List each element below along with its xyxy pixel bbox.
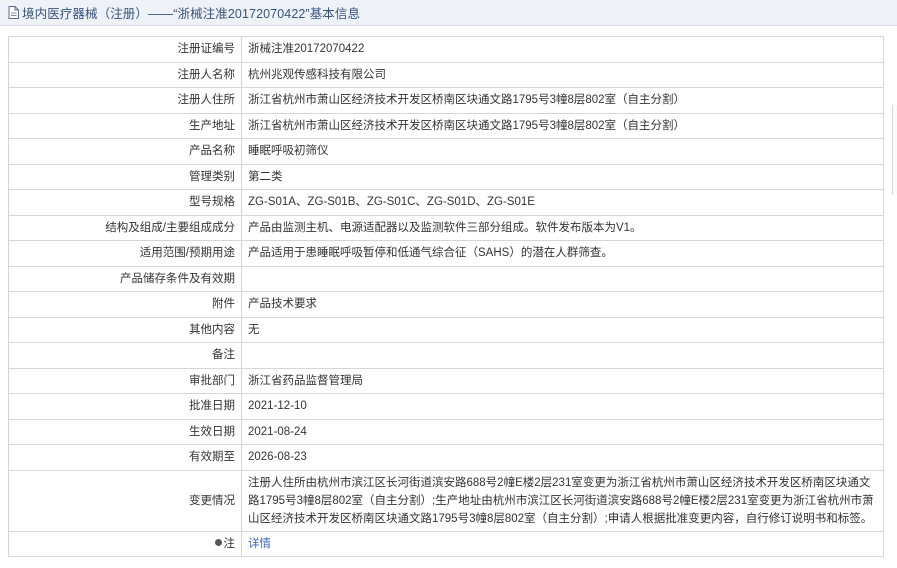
detail-link[interactable]: 详情: [248, 538, 271, 550]
row-value: 第二类: [241, 163, 884, 190]
row-label: 产品储存条件及有效期: [8, 265, 242, 292]
note-row: 注 详情: [8, 530, 884, 557]
side-scroll-edge: [892, 105, 897, 195]
row-label: 型号规格: [8, 189, 242, 216]
row-value: 2021-12-10: [241, 393, 884, 420]
table-row: 产品名称 睡眠呼吸初筛仪: [8, 138, 884, 165]
row-label: 变更情况: [8, 469, 242, 532]
table-row: 产品储存条件及有效期: [8, 265, 884, 292]
row-value: 2021-08-24: [241, 418, 884, 445]
row-label: 产品名称: [8, 138, 242, 165]
row-value: 浙江省药品监督管理局: [241, 367, 884, 394]
page-title: 境内医疗器械（注册）——“浙械注准20172070422”基本信息: [22, 7, 361, 21]
row-value: 睡眠呼吸初筛仪: [241, 138, 884, 165]
row-label: 管理类别: [8, 163, 242, 190]
row-label: 其他内容: [8, 316, 242, 343]
table-row: 结构及组成/主要组成成分 产品由监测主机、电源适配器以及监测软件三部分组成。软件…: [8, 214, 884, 241]
row-value: ZG-S01A、ZG-S01B、ZG-S01C、ZG-S01D、ZG-S01E: [241, 189, 884, 216]
table-row: 注册证编号 浙械注准20172070422: [8, 36, 884, 63]
row-label: 适用范围/预期用途: [8, 240, 242, 267]
row-label: 生产地址: [8, 112, 242, 139]
note-label: 注: [223, 537, 236, 550]
row-label: 有效期至: [8, 444, 242, 471]
table-row: 生产地址 浙江省杭州市萧山区经济技术开发区桥南区块通文路1795号3幢8层802…: [8, 112, 884, 139]
table-row: 注册人名称 杭州兆观传感科技有限公司: [8, 61, 884, 88]
table-row: 备注: [8, 342, 884, 369]
table-row: 附件 产品技术要求: [8, 291, 884, 318]
row-value: 注册人住所由杭州市滨江区长河街道滨安路688号2幢E楼2层231室变更为浙江省杭…: [241, 469, 884, 532]
row-label: 结构及组成/主要组成成分: [8, 214, 242, 241]
row-value: 浙江省杭州市萧山区经济技术开发区桥南区块通文路1795号3幢8层802室（自主分…: [241, 87, 884, 114]
row-value: 产品由监测主机、电源适配器以及监测软件三部分组成。软件发布版本为V1。: [241, 214, 884, 241]
row-value: 2026-08-23: [241, 444, 884, 471]
table-row: 其他内容 无: [8, 316, 884, 343]
row-value: 杭州兆观传感科技有限公司: [241, 61, 884, 88]
row-value: 产品技术要求: [241, 291, 884, 318]
table-row: 型号规格 ZG-S01A、ZG-S01B、ZG-S01C、ZG-S01D、ZG-…: [8, 189, 884, 216]
document-icon: [8, 6, 19, 19]
row-value: 产品适用于患睡眠呼吸暂停和低通气综合征（SAHS）的潜在人群筛查。: [241, 240, 884, 267]
row-value: 浙械注准20172070422: [241, 36, 884, 63]
note-label-cell: 注: [8, 530, 242, 557]
row-label: 生效日期: [8, 418, 242, 445]
table-row: 审批部门 浙江省药品监督管理局: [8, 367, 884, 394]
row-label: 注册人名称: [8, 61, 242, 88]
table-row: 生效日期 2021-08-24: [8, 418, 884, 445]
info-table: 注册证编号 浙械注准20172070422 注册人名称 杭州兆观传感科技有限公司…: [8, 36, 884, 557]
row-label: 备注: [8, 342, 242, 369]
table-row: 变更情况 注册人住所由杭州市滨江区长河街道滨安路688号2幢E楼2层231室变更…: [8, 469, 884, 532]
row-value: 浙江省杭州市萧山区经济技术开发区桥南区块通文路1795号3幢8层802室（自主分…: [241, 112, 884, 139]
row-label: 附件: [8, 291, 242, 318]
page-header: 境内医疗器械（注册）——“浙械注准20172070422”基本信息: [0, 0, 897, 26]
row-value: [241, 265, 884, 292]
table-row: 有效期至 2026-08-23: [8, 444, 884, 471]
row-label: 审批部门: [8, 367, 242, 394]
table-row: 适用范围/预期用途 产品适用于患睡眠呼吸暂停和低通气综合征（SAHS）的潜在人群…: [8, 240, 884, 267]
info-table-container: 注册证编号 浙械注准20172070422 注册人名称 杭州兆观传感科技有限公司…: [8, 36, 884, 557]
table-row: 批准日期 2021-12-10: [8, 393, 884, 420]
table-row: 管理类别 第二类: [8, 163, 884, 190]
table-row: 注册人住所 浙江省杭州市萧山区经济技术开发区桥南区块通文路1795号3幢8层80…: [8, 87, 884, 114]
row-value: [241, 342, 884, 369]
row-label: 注册证编号: [8, 36, 242, 63]
bulb-icon: [214, 539, 222, 547]
note-value-cell: 详情: [241, 530, 884, 557]
row-label: 注册人住所: [8, 87, 242, 114]
row-value: 无: [241, 316, 884, 343]
row-label: 批准日期: [8, 393, 242, 420]
